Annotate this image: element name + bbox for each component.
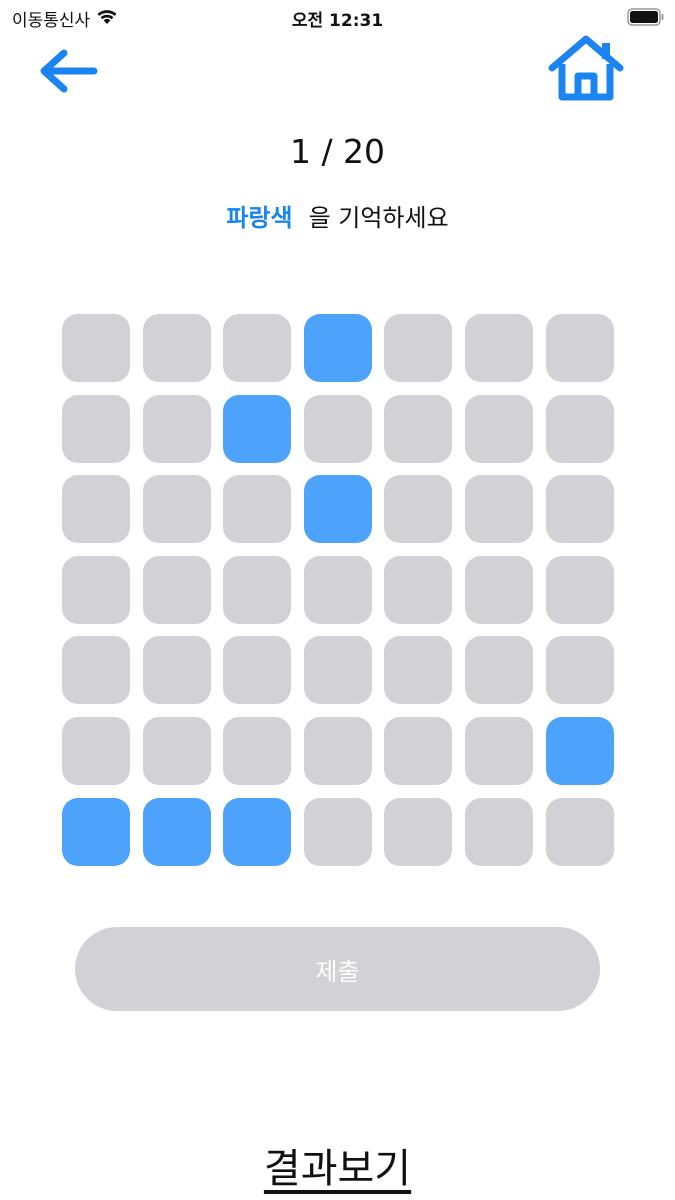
grid-cell[interactable]	[545, 314, 614, 382]
status-bar: 이동통신사 오전 12:31	[0, 0, 675, 36]
progress-counter: 1 / 20	[289, 132, 386, 171]
grid-cell[interactable]	[62, 797, 130, 866]
back-button[interactable]	[36, 46, 100, 96]
grid-cell[interactable]	[62, 475, 130, 544]
grid-cell[interactable]	[384, 394, 453, 463]
grid-cell[interactable]	[384, 314, 453, 382]
grid-cell[interactable]	[384, 797, 453, 866]
grid-cell[interactable]	[303, 475, 372, 544]
grid-cell[interactable]	[464, 555, 533, 624]
grid-cell[interactable]	[384, 555, 453, 624]
grid-cell[interactable]	[142, 394, 211, 463]
grid-cell[interactable]	[545, 555, 614, 624]
grid-cell[interactable]	[223, 636, 292, 705]
grid-cell[interactable]	[464, 797, 533, 866]
grid-cell[interactable]	[142, 555, 211, 624]
memory-grid	[62, 314, 614, 866]
arrow-left-icon	[40, 49, 98, 93]
grid-cell[interactable]	[303, 797, 372, 866]
battery-icon	[627, 8, 665, 26]
grid-cell[interactable]	[384, 475, 453, 544]
grid-cell[interactable]	[303, 636, 372, 705]
grid-cell[interactable]	[223, 716, 292, 785]
target-color-word: 파랑색	[226, 204, 293, 232]
grid-cell[interactable]	[142, 314, 211, 382]
grid-cell[interactable]	[303, 314, 372, 382]
submit-button[interactable]: 제출	[75, 927, 600, 1011]
grid-cell[interactable]	[142, 716, 211, 785]
instruction-rest: 을 기억하세요	[308, 204, 449, 232]
grid-cell[interactable]	[62, 394, 130, 463]
grid-cell[interactable]	[384, 636, 453, 705]
grid-cell[interactable]	[384, 716, 453, 785]
grid-cell[interactable]	[464, 314, 533, 382]
grid-cell[interactable]	[464, 475, 533, 544]
grid-cell[interactable]	[62, 314, 130, 382]
grid-cell[interactable]	[223, 314, 292, 382]
status-time: 오전 12:31	[291, 11, 384, 31]
grid-cell[interactable]	[142, 475, 211, 544]
grid-cell[interactable]	[464, 394, 533, 463]
grid-cell[interactable]	[545, 475, 614, 544]
grid-cell[interactable]	[62, 636, 130, 705]
house-icon	[548, 35, 624, 101]
grid-cell[interactable]	[545, 797, 614, 866]
grid-cell[interactable]	[464, 636, 533, 705]
grid-cell[interactable]	[464, 716, 533, 785]
grid-cell[interactable]	[545, 394, 614, 463]
grid-cell[interactable]	[303, 394, 372, 463]
grid-cell[interactable]	[223, 555, 292, 624]
view-results-link[interactable]: 결과보기	[0, 1136, 675, 1194]
grid-cell[interactable]	[142, 797, 211, 866]
grid-cell[interactable]	[62, 716, 130, 785]
grid-cell[interactable]	[545, 636, 614, 705]
grid-cell[interactable]	[545, 716, 614, 785]
grid-cell[interactable]	[142, 636, 211, 705]
grid-cell[interactable]	[303, 716, 372, 785]
grid-cell[interactable]	[303, 555, 372, 624]
home-button[interactable]	[546, 34, 626, 104]
grid-cell[interactable]	[223, 475, 292, 544]
grid-cell[interactable]	[223, 394, 292, 463]
instruction-text: 파랑색 을 기억하세요	[0, 198, 675, 233]
grid-cell[interactable]	[62, 555, 130, 624]
grid-cell[interactable]	[223, 797, 292, 866]
